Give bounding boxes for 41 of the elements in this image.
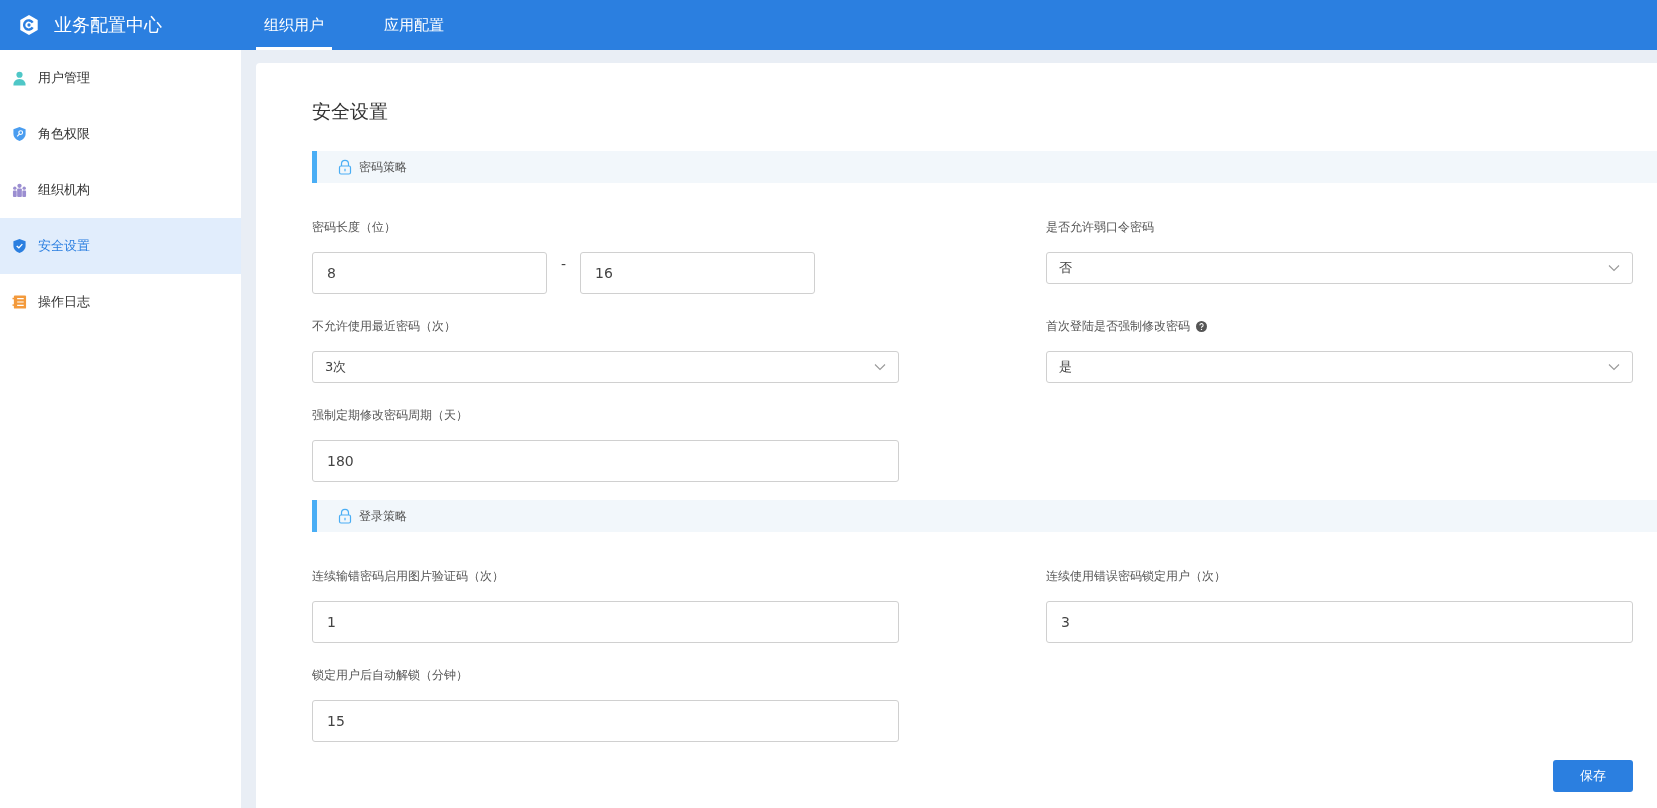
save-button[interactable]: 保存 <box>1553 760 1633 792</box>
chevron-down-icon <box>874 363 886 371</box>
field-label: 密码长度（位） <box>312 218 396 236</box>
nav-tab[interactable]: 组织用户 <box>256 0 332 50</box>
input-field[interactable]: 15 <box>312 700 899 742</box>
select-field[interactable]: 3次 <box>312 351 899 383</box>
chevron-down-icon <box>1608 264 1620 272</box>
range-separator: - <box>559 256 568 272</box>
section-title: 密码策略 <box>359 158 407 176</box>
sidebar-item[interactable]: 用户管理 <box>0 50 241 106</box>
input-field[interactable]: 180 <box>312 440 899 482</box>
nav-tab[interactable]: 应用配置 <box>376 0 452 50</box>
people-icon <box>12 182 27 198</box>
select-field[interactable]: 否 <box>1046 252 1633 284</box>
app-title: 业务配置中心 <box>54 13 162 37</box>
shield-check-icon <box>12 238 27 254</box>
input-field[interactable]: 3 <box>1046 601 1633 643</box>
sidebar-item[interactable]: 组织机构 <box>0 162 241 218</box>
chevron-down-icon <box>1608 363 1620 371</box>
input-field[interactable]: 8 <box>312 252 547 294</box>
field-label: 首次登陆是否强制修改密码 <box>1046 317 1190 335</box>
page-title: 安全设置 <box>312 99 389 124</box>
lock-icon <box>337 508 353 524</box>
field-label: 强制定期修改密码周期（天） <box>312 406 468 424</box>
input-field[interactable]: 16 <box>580 252 815 294</box>
field-label: 不允许使用最近密码（次） <box>312 317 456 335</box>
field-label: 是否允许弱口令密码 <box>1046 218 1154 236</box>
shield-key-icon <box>12 126 27 142</box>
person-icon <box>12 70 27 86</box>
lock-icon <box>337 159 353 175</box>
field-label: 连续输错密码启用图片验证码（次） <box>312 567 504 585</box>
sidebar-item[interactable]: 安全设置 <box>0 218 241 274</box>
field-label: 锁定用户后自动解锁（分钟） <box>312 666 468 684</box>
field-label: 连续使用错误密码锁定用户（次） <box>1046 567 1226 585</box>
sidebar-item[interactable]: 角色权限 <box>0 106 241 162</box>
sidebar-item[interactable]: 操作日志 <box>0 274 241 330</box>
select-field[interactable]: 是 <box>1046 351 1633 383</box>
logo-icon <box>18 14 40 36</box>
input-field[interactable]: 1 <box>312 601 899 643</box>
list-icon <box>12 294 27 310</box>
section-title: 登录策略 <box>359 507 407 525</box>
